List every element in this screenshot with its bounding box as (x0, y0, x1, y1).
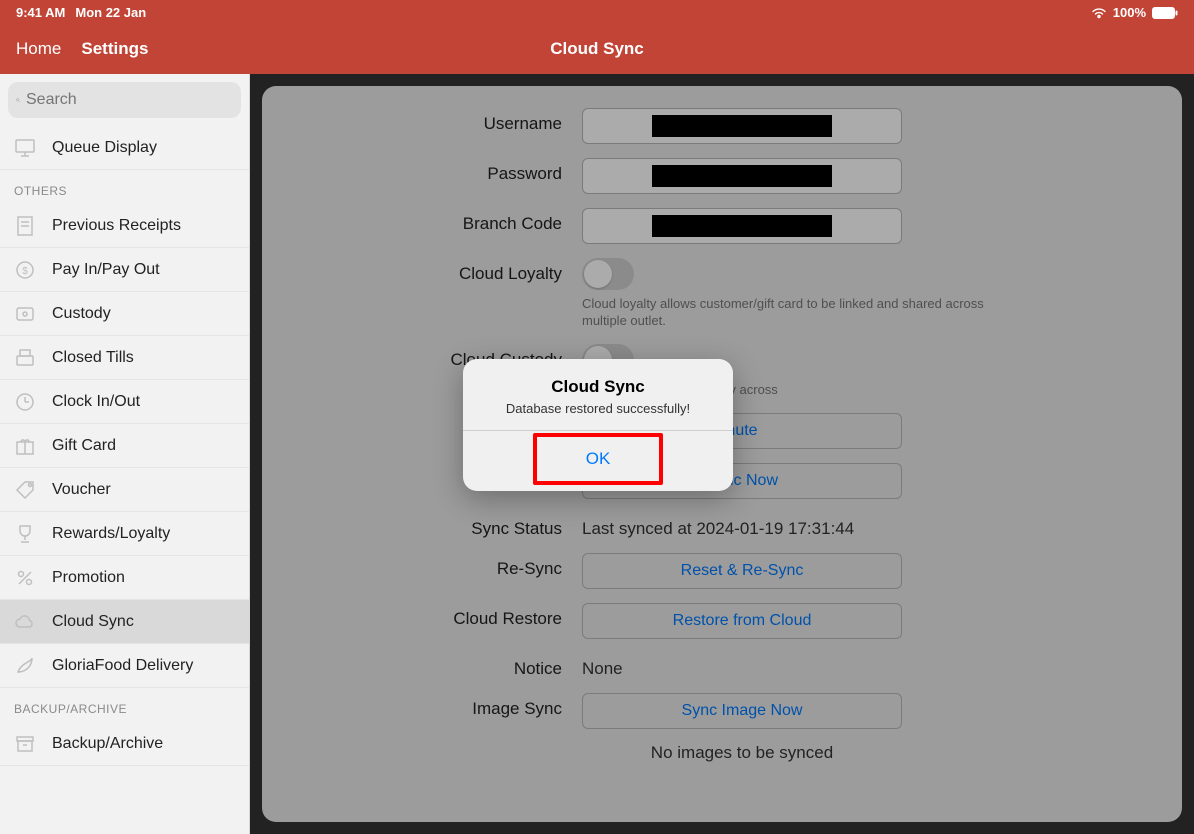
username-field[interactable] (582, 108, 902, 144)
status-date: Mon 22 Jan (75, 5, 146, 20)
sidebar-item-label: Promotion (52, 569, 125, 587)
cloud-loyalty-toggle[interactable] (582, 258, 634, 290)
clock-icon (12, 389, 38, 415)
receipt-icon (12, 213, 38, 239)
sidebar-item-custody[interactable]: Custody (0, 292, 249, 336)
search-icon (16, 92, 20, 108)
username-label: Username (262, 108, 582, 134)
redacted-value (652, 165, 832, 187)
percent-icon (12, 565, 38, 591)
sync-image-now-button[interactable]: Sync Image Now (582, 693, 902, 729)
alert-ok-button[interactable]: OK (537, 437, 659, 481)
resync-label: Re-Sync (262, 553, 582, 579)
archive-icon (12, 731, 38, 757)
branch-label: Branch Code (262, 208, 582, 234)
sidebar-item-cloud-sync[interactable]: Cloud Sync (0, 600, 249, 644)
sidebar-item-label: Gift Card (52, 437, 116, 455)
sidebar-item-gift-card[interactable]: Gift Card (0, 424, 249, 468)
status-bar: 9:41 AM Mon 22 Jan 100% (0, 0, 1194, 24)
image-sync-label: Image Sync (262, 693, 582, 719)
notice-value: None (582, 653, 902, 679)
sidebar-item-label: Queue Display (52, 139, 157, 157)
section-header-others: OTHERS (0, 170, 249, 204)
password-label: Password (262, 158, 582, 184)
branch-field[interactable] (582, 208, 902, 244)
svg-text:$: $ (22, 266, 28, 277)
gift-icon (12, 433, 38, 459)
search-field[interactable] (8, 82, 241, 118)
sidebar-item-label: GloriaFood Delivery (52, 657, 193, 675)
battery-icon (1152, 5, 1178, 20)
sidebar-item-label: Pay In/Pay Out (52, 261, 160, 279)
sidebar-item-previous-receipts[interactable]: Previous Receipts (0, 204, 249, 248)
sidebar-item-label: Cloud Sync (52, 613, 134, 631)
nav-home[interactable]: Home (16, 39, 61, 59)
leaf-icon (12, 653, 38, 679)
restore-from-cloud-button[interactable]: Restore from Cloud (582, 603, 902, 639)
wifi-icon (1091, 5, 1107, 20)
sidebar-item-label: Rewards/Loyalty (52, 525, 170, 543)
sidebar-item-label: Previous Receipts (52, 217, 181, 235)
restore-label: Cloud Restore (262, 603, 582, 629)
trophy-icon (12, 521, 38, 547)
image-sync-status: No images to be synced (582, 743, 902, 763)
search-input[interactable] (26, 91, 233, 109)
sidebar: Queue Display OTHERS Previous Receipts $… (0, 74, 250, 834)
alert-message: Database restored successfully! (475, 401, 721, 416)
sidebar-item-pay-in-out[interactable]: $ Pay In/Pay Out (0, 248, 249, 292)
alert-dialog: Cloud Sync Database restored successfull… (463, 359, 733, 491)
tag-icon (12, 477, 38, 503)
sidebar-item-queue-display[interactable]: Queue Display (0, 126, 249, 170)
sync-status-label: Sync Status (262, 513, 582, 539)
sidebar-item-label: Custody (52, 305, 111, 323)
sidebar-item-clock[interactable]: Clock In/Out (0, 380, 249, 424)
redacted-value (652, 215, 832, 237)
cloud-loyalty-hint: Cloud loyalty allows customer/gift card … (582, 296, 1002, 330)
sidebar-item-closed-tills[interactable]: Closed Tills (0, 336, 249, 380)
till-icon (12, 345, 38, 371)
alert-title: Cloud Sync (475, 377, 721, 397)
reset-resync-button[interactable]: Reset & Re-Sync (582, 553, 902, 589)
status-battery: 100% (1113, 5, 1146, 20)
custody-icon (12, 301, 38, 327)
page-title: Cloud Sync (250, 39, 944, 59)
sidebar-item-label: Voucher (52, 481, 111, 499)
sidebar-item-backup[interactable]: Backup/Archive (0, 722, 249, 766)
notice-label: Notice (262, 653, 582, 679)
sidebar-item-label: Clock In/Out (52, 393, 140, 411)
nav-bar: Home Settings Cloud Sync (0, 24, 1194, 74)
status-time: 9:41 AM (16, 5, 65, 20)
sidebar-item-voucher[interactable]: Voucher (0, 468, 249, 512)
sidebar-item-label: Backup/Archive (52, 735, 163, 753)
sync-status-value: Last synced at 2024-01-19 17:31:44 (582, 513, 902, 539)
redacted-value (652, 115, 832, 137)
cloud-loyalty-label: Cloud Loyalty (262, 258, 582, 284)
cloud-icon (12, 609, 38, 635)
sidebar-item-gloriafood[interactable]: GloriaFood Delivery (0, 644, 249, 688)
section-header-backup: BACKUP/ARCHIVE (0, 688, 249, 722)
sidebar-item-rewards[interactable]: Rewards/Loyalty (0, 512, 249, 556)
display-icon (12, 135, 38, 161)
cash-icon: $ (12, 257, 38, 283)
nav-settings[interactable]: Settings (81, 39, 148, 59)
password-field[interactable] (582, 158, 902, 194)
sidebar-item-promotion[interactable]: Promotion (0, 556, 249, 600)
sidebar-item-label: Closed Tills (52, 349, 134, 367)
